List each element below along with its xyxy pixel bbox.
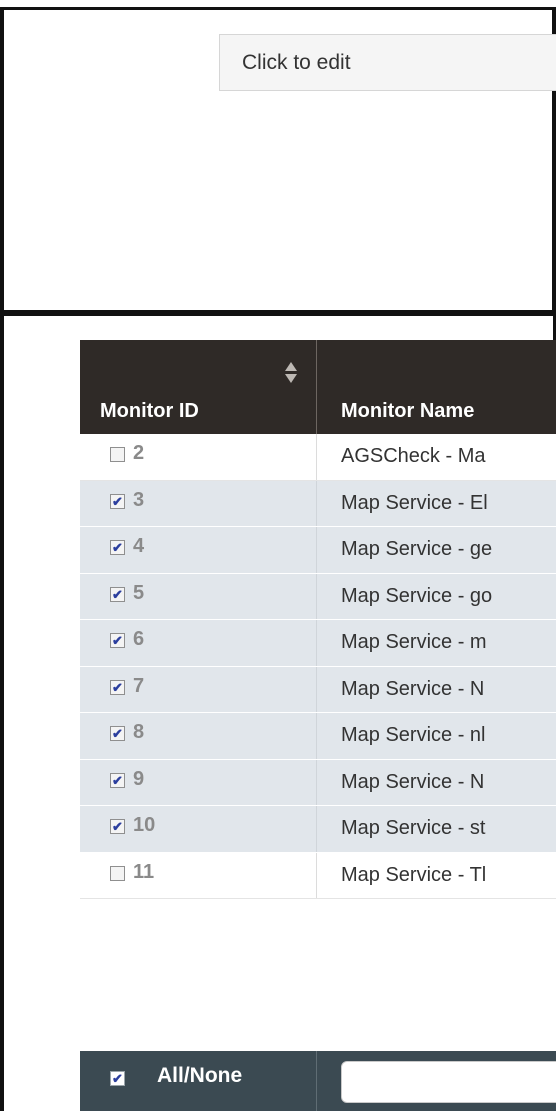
monitor-id-header-label: Monitor ID [100,400,199,422]
sort-up-icon [285,362,297,371]
monitor-name-value: Map Service - Tl [341,863,487,886]
monitor-name-value: Map Service - m [341,631,487,653]
row-checkbox[interactable]: ✔ [110,772,125,788]
monitor-name-value: Map Service - N [341,677,485,700]
monitor-id-value: 7 [133,674,145,697]
sort-down-icon [285,374,297,383]
monitor-name-value: Map Service - N [341,770,485,793]
row-checkbox[interactable]: ✔ [110,540,125,555]
table-row[interactable]: ✔ 10 Map Service - st [80,806,556,853]
monitor-id-cell: ✔ 5 [80,573,317,619]
top-divider [0,0,556,10]
monitor-id-value: 4 [133,535,145,557]
table-row[interactable]: ✔ 6 Map Service - m [80,620,556,667]
sort-icon[interactable] [285,362,297,390]
row-checkbox[interactable] [110,447,125,462]
table-header: Monitor ID Monitor Name [80,340,556,434]
monitor-id-value: 5 [133,581,145,604]
table-footer: ✔ All/None [80,1051,556,1111]
monitor-name-filter-input[interactable] [341,1061,556,1103]
monitor-name-value: Map Service - nl [341,724,486,746]
monitor-id-value: 8 [133,721,145,743]
monitor-id-value: 3 [133,488,145,511]
monitor-id-value: 9 [133,767,145,790]
monitor-id-cell: 2 [80,434,317,480]
monitor-name-value: Map Service - go [341,584,493,607]
monitor-name-header-label: Monitor Name [341,400,475,422]
table-row[interactable]: 2 AGSCheck - Ma [80,434,556,481]
monitor-name-value: Map Service - El [341,491,488,514]
monitor-id-value: 6 [133,628,145,650]
row-checkbox[interactable]: ✔ [110,586,125,602]
table-row[interactable]: ✔ 8 Map Service - nl [80,713,556,760]
row-checkbox[interactable]: ✔ [110,679,125,695]
monitor-id-cell: 11 [80,852,317,898]
table-row[interactable]: 11 Map Service - Tl [80,852,556,899]
monitor-id-cell: ✔ 3 [80,480,317,526]
page: Click to edit Monitor ID Monitor Name 2 A… [0,0,556,1111]
all-none-checkbox[interactable]: ✔ [110,1071,125,1086]
monitor-id-cell: ✔ 6 [80,620,317,666]
row-checkbox[interactable] [110,865,125,881]
monitor-id-value: 11 [133,860,155,883]
table-row[interactable]: ✔ 7 Map Service - N [80,666,556,713]
table-row[interactable]: ✔ 3 Map Service - El [80,480,556,527]
monitor-id-cell: ✔ 4 [80,527,317,573]
table-row[interactable]: ✔ 4 Map Service - ge [80,527,556,574]
monitor-name-value: Map Service - ge [341,538,493,560]
monitor-name-header[interactable]: Monitor Name [318,340,556,434]
row-checkbox[interactable]: ✔ [110,819,125,834]
all-none-label: All/None [157,1064,243,1087]
monitor-name-value: AGSCheck - Ma [341,445,486,467]
row-checkbox[interactable]: ✔ [110,726,125,741]
row-checkbox[interactable]: ✔ [110,493,125,509]
monitor-name-value: Map Service - st [341,817,486,839]
table-row[interactable]: ✔ 9 Map Service - N [80,759,556,806]
monitor-id-value: 2 [133,442,145,464]
all-none-cell: ✔ All/None [80,1051,317,1111]
table-body: 2 AGSCheck - Ma ✔ 3 Map Service - El ✔ 4 Map Se… [80,434,556,899]
row-checkbox[interactable]: ✔ [110,633,125,648]
monitor-id-header[interactable]: Monitor ID [80,340,317,434]
monitor-id-cell: ✔ 9 [80,759,317,805]
table-row[interactable]: ✔ 5 Map Service - go [80,573,556,620]
click-to-edit-field[interactable]: Click to edit [219,34,556,91]
monitor-id-cell: ✔ 8 [80,713,317,759]
monitor-id-cell: ✔ 10 [80,806,317,852]
monitor-id-value: 10 [133,814,156,836]
monitor-id-cell: ✔ 7 [80,666,317,712]
